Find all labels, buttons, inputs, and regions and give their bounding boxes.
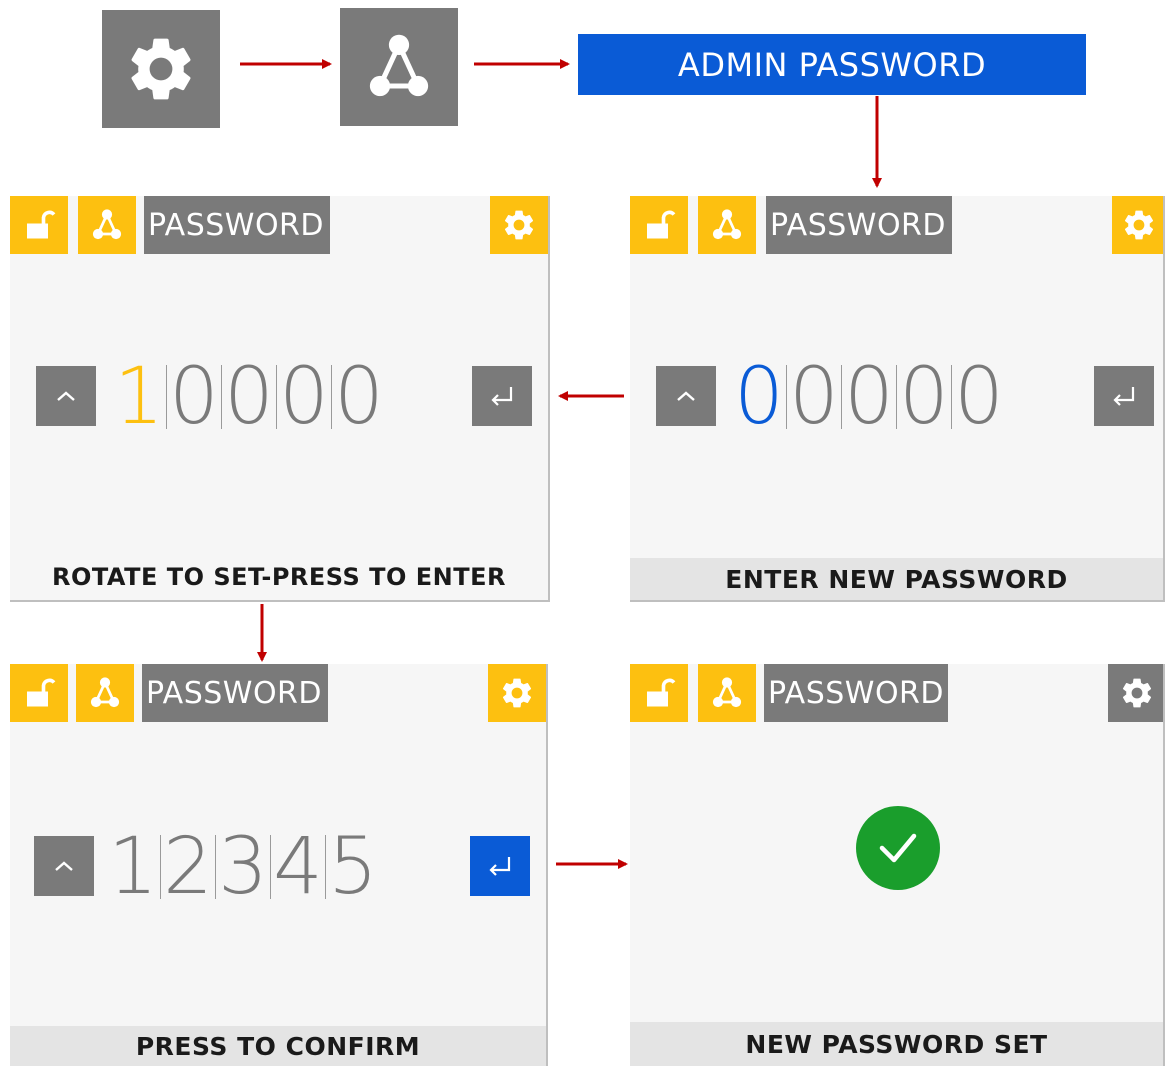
password-digit[interactable]: 0 <box>844 352 894 442</box>
chevron-up-icon <box>57 391 75 401</box>
admin-password-button[interactable]: ADMIN PASSWORD <box>578 34 1086 95</box>
digit-separator <box>221 365 222 429</box>
digit-separator <box>325 835 326 899</box>
enter-button[interactable] <box>470 836 530 896</box>
digit-separator <box>951 365 952 429</box>
digit-separator <box>215 835 216 899</box>
success-check-icon <box>856 806 940 890</box>
lock-icon-tile <box>10 196 68 254</box>
screen-title: PASSWORD <box>764 664 948 722</box>
digit-separator <box>270 835 271 899</box>
unlock-icon <box>647 678 676 707</box>
lock-icon-tile <box>630 664 688 722</box>
enter-button[interactable] <box>472 366 532 426</box>
digit-separator <box>896 365 897 429</box>
password-digit[interactable]: 0 <box>899 352 949 442</box>
chevron-up-icon <box>677 391 695 401</box>
digit-separator <box>841 365 842 429</box>
password-digit[interactable]: 0 <box>334 352 384 442</box>
instruction-footer: ENTER NEW PASSWORD <box>630 558 1163 600</box>
unlock-icon <box>27 678 56 707</box>
digit-separator <box>786 365 787 429</box>
lock-icon-tile <box>10 664 68 722</box>
password-digit[interactable]: 0 <box>224 352 274 442</box>
network-icon-tile <box>698 664 756 722</box>
up-button[interactable] <box>656 366 716 426</box>
password-digit[interactable]: 0 <box>734 352 784 442</box>
lock-icon-tile <box>630 196 688 254</box>
screen-press-to-confirm: PASSWORD 1 2 3 4 5 PRESS TO CONFIRM <box>10 664 548 1066</box>
enter-icon <box>489 857 511 876</box>
network-icon-tile <box>698 196 756 254</box>
password-digit[interactable]: 1 <box>108 822 158 912</box>
chevron-up-icon <box>55 861 73 871</box>
settings-icon-tile[interactable] <box>488 664 546 722</box>
up-button[interactable] <box>34 836 94 896</box>
settings-icon-tile[interactable] <box>1108 664 1163 722</box>
enter-icon <box>491 387 513 406</box>
password-digit[interactable]: 0 <box>169 352 219 442</box>
password-digit[interactable]: 0 <box>789 352 839 442</box>
screen-new-password-set: PASSWORD NEW PASSWORD SET <box>630 664 1165 1066</box>
network-icon <box>369 34 429 97</box>
screen-rotate-to-set: PASSWORD 1 0 0 0 0 ROTATE TO SET-PRESS T… <box>10 196 550 602</box>
network-icon <box>712 209 742 240</box>
password-digit[interactable]: 0 <box>279 352 329 442</box>
settings-icon-tile[interactable] <box>1112 196 1163 254</box>
password-digit[interactable]: 5 <box>328 822 378 912</box>
enter-button[interactable] <box>1094 366 1154 426</box>
network-icon <box>712 677 742 708</box>
digit-separator <box>166 365 167 429</box>
settings-gear-tile[interactable] <box>102 10 220 128</box>
password-digit[interactable]: 2 <box>163 822 213 912</box>
settings-icon-tile[interactable] <box>490 196 548 254</box>
screen-enter-new-password: PASSWORD 0 0 0 0 0 ENTER NEW PASSWORD <box>630 196 1165 602</box>
network-tile[interactable] <box>340 8 458 126</box>
gear-icon <box>504 210 534 240</box>
instruction-footer: PRESS TO CONFIRM <box>10 1026 546 1066</box>
gear-icon <box>1124 210 1153 240</box>
password-digit[interactable]: 4 <box>273 822 323 912</box>
password-digits[interactable]: 1 2 3 4 5 <box>108 822 378 912</box>
digit-separator <box>276 365 277 429</box>
password-digits[interactable]: 1 0 0 0 0 <box>114 352 384 442</box>
network-icon-tile <box>78 196 136 254</box>
password-digits[interactable]: 0 0 0 0 0 <box>734 352 1004 442</box>
digit-separator <box>331 365 332 429</box>
digit-separator <box>160 835 161 899</box>
network-icon <box>90 677 120 708</box>
screen-title: PASSWORD <box>766 196 952 254</box>
network-icon <box>92 209 122 240</box>
password-digit[interactable]: 3 <box>218 822 268 912</box>
up-button[interactable] <box>36 366 96 426</box>
instruction-footer: ROTATE TO SET-PRESS TO ENTER <box>10 554 548 600</box>
enter-icon <box>1113 387 1135 406</box>
unlock-icon <box>27 210 56 239</box>
gear-icon <box>131 38 191 100</box>
unlock-icon <box>647 210 676 239</box>
screen-title: PASSWORD <box>142 664 328 722</box>
password-digit[interactable]: 0 <box>954 352 1004 442</box>
gear-icon <box>502 678 532 708</box>
instruction-footer: NEW PASSWORD SET <box>630 1022 1163 1066</box>
network-icon-tile <box>76 664 134 722</box>
gear-icon <box>1122 678 1152 708</box>
password-digit[interactable]: 1 <box>114 352 164 442</box>
screen-title: PASSWORD <box>144 196 330 254</box>
